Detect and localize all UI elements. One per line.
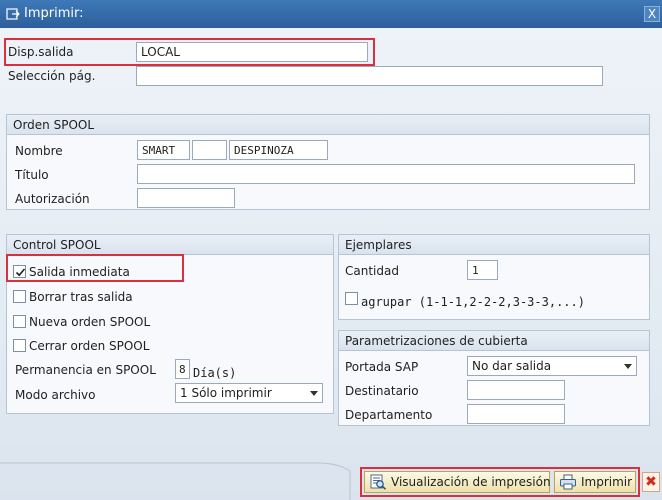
close-icon: X (647, 7, 657, 21)
recipient-input[interactable] (467, 380, 565, 400)
new-spool-order-label: Nueva orden SPOOL (29, 315, 151, 329)
cancel-icon: ✖ (645, 474, 657, 490)
quantity-input[interactable]: 1 (467, 260, 498, 280)
chevron-down-icon (310, 391, 318, 396)
name-field-1[interactable]: SMART (137, 140, 190, 160)
page-selection-label: Selección pág. (8, 69, 96, 83)
archive-mode-select[interactable]: 1 Sólo imprimir (175, 383, 323, 403)
name-field-3[interactable]: DESPINOZA (229, 140, 328, 160)
retention-unit: Día(s) (193, 366, 237, 380)
close-spool-order-label: Cerrar orden SPOOL (29, 339, 150, 353)
spool-control-header: Control SPOOL (7, 235, 333, 255)
new-spool-order-checkbox[interactable] (13, 315, 26, 328)
retention-input[interactable]: 8 (175, 359, 190, 379)
name-label: Nombre (15, 144, 63, 158)
page-selection-input[interactable] (136, 66, 603, 86)
cover-panel: Parametrizaciones de cubierta Portada SA… (338, 330, 650, 426)
department-input[interactable] (467, 404, 565, 424)
copies-header: Ejemplares (339, 235, 649, 255)
window-title: Imprimir: (24, 6, 84, 21)
immediate-output-highlight (6, 254, 184, 282)
sap-cover-label: Portada SAP (345, 360, 419, 374)
archive-mode-label: Modo archivo (15, 388, 96, 402)
spool-order-header: Orden SPOOL (7, 115, 649, 135)
print-dialog-icon (6, 8, 20, 20)
close-button[interactable]: X (644, 6, 660, 22)
archive-mode-value: 1 Sólo imprimir (180, 386, 272, 400)
cover-header: Parametrizaciones de cubierta (339, 331, 649, 351)
chevron-down-icon (624, 364, 632, 369)
group-label: agrupar (1-1-1,2-2-2,3-3-3,...) (361, 295, 585, 309)
authorization-label: Autorización (15, 192, 90, 206)
title-label: Título (15, 168, 49, 182)
buttons-highlight (360, 467, 640, 497)
sap-cover-select[interactable]: No dar salida (467, 356, 637, 376)
device-highlight (4, 38, 375, 66)
department-label: Departamento (345, 408, 433, 422)
recipient-label: Destinatario (345, 384, 419, 398)
sap-cover-value: No dar salida (472, 359, 552, 373)
delete-after-output-checkbox[interactable] (13, 290, 26, 303)
delete-after-output-label: Borrar tras salida (29, 290, 133, 304)
cancel-button[interactable]: ✖ (642, 472, 660, 492)
spool-order-panel: Orden SPOOL Nombre SMART DESPINOZA Títul… (6, 114, 650, 210)
title-input[interactable] (137, 164, 635, 184)
title-bar: Imprimir: X (0, 0, 662, 28)
close-spool-order-checkbox[interactable] (13, 339, 26, 352)
dialog-body: Disp.salida LOCAL Selección pág. Orden S… (0, 28, 662, 500)
group-checkbox[interactable] (345, 292, 358, 305)
retention-label: Permanencia en SPOOL (15, 363, 156, 377)
name-field-2[interactable] (192, 140, 227, 160)
authorization-input[interactable] (137, 188, 235, 208)
quantity-label: Cantidad (345, 264, 399, 278)
copies-panel: Ejemplares Cantidad 1 agrupar (1-1-1,2-2… (338, 234, 650, 320)
